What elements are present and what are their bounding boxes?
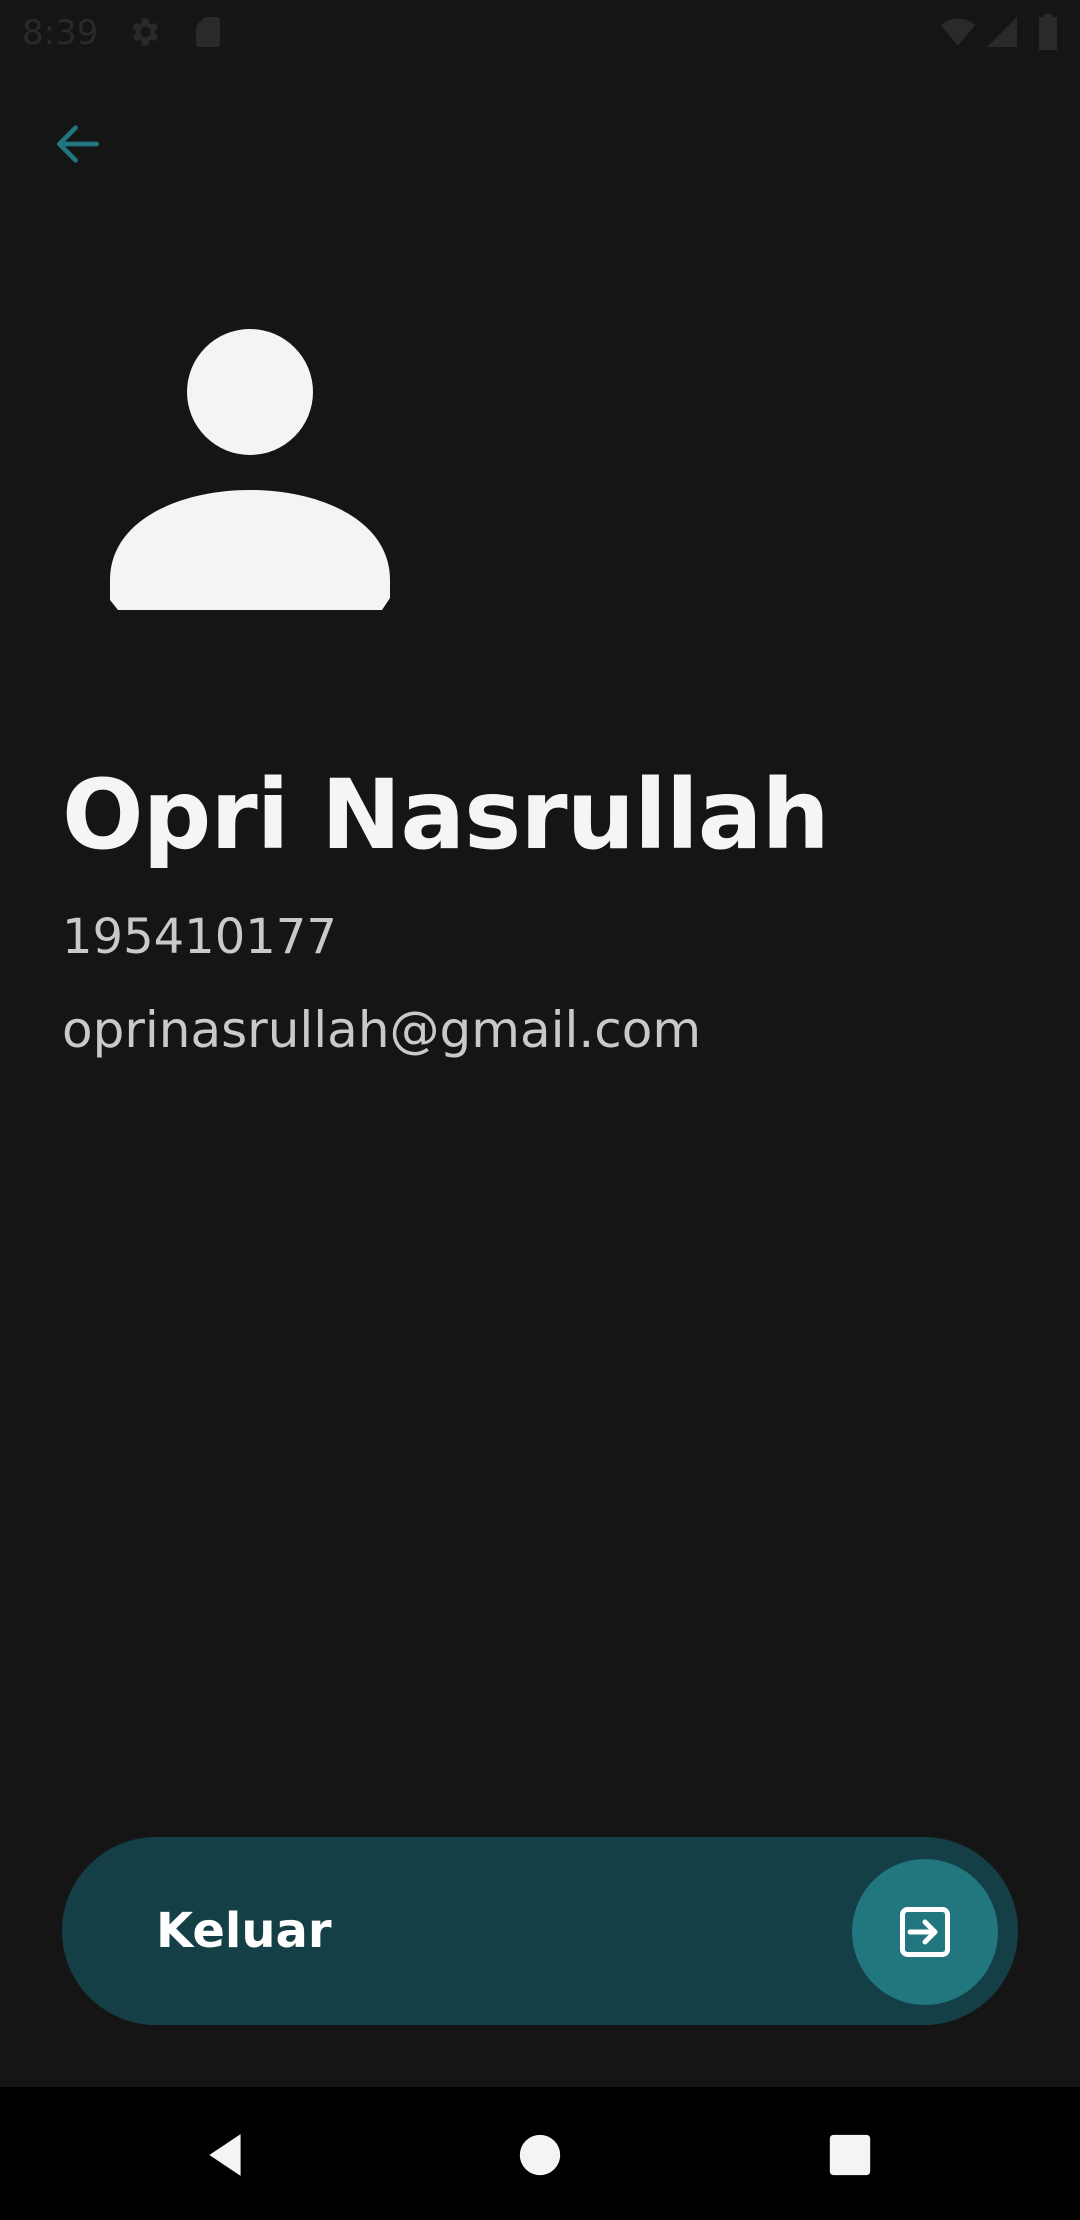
login-exit-icon (900, 1907, 950, 1957)
recents-square-icon (829, 2134, 871, 2176)
arrow-left-icon (57, 125, 99, 163)
logout-button[interactable]: Keluar (62, 1837, 1018, 2025)
profile-name: Opri Nasrullah (62, 759, 830, 871)
person-icon (110, 329, 390, 610)
profile-nim: 195410177 (62, 909, 337, 965)
nav-recents-button[interactable] (812, 2117, 888, 2193)
settings-icon (126, 14, 162, 50)
nav-back-button[interactable] (188, 2117, 264, 2193)
nav-home-button[interactable] (502, 2117, 578, 2193)
status-time: 8:39 (22, 13, 99, 53)
status-bar: 8:39 (0, 0, 1080, 66)
wifi-icon (938, 14, 976, 50)
back-button[interactable] (36, 102, 120, 186)
profile-email: oprinasrullah@gmail.com (62, 1001, 702, 1059)
sd-card-icon (190, 14, 226, 50)
logout-label: Keluar (156, 1903, 332, 1959)
battery-icon (1036, 14, 1072, 50)
back-triangle-icon (209, 2134, 241, 2176)
home-circle-icon (519, 2134, 561, 2176)
signal-icon (984, 14, 1020, 50)
system-nav-bar (0, 2087, 1080, 2220)
logout-icon-circle[interactable] (852, 1859, 998, 2005)
avatar (100, 320, 400, 620)
